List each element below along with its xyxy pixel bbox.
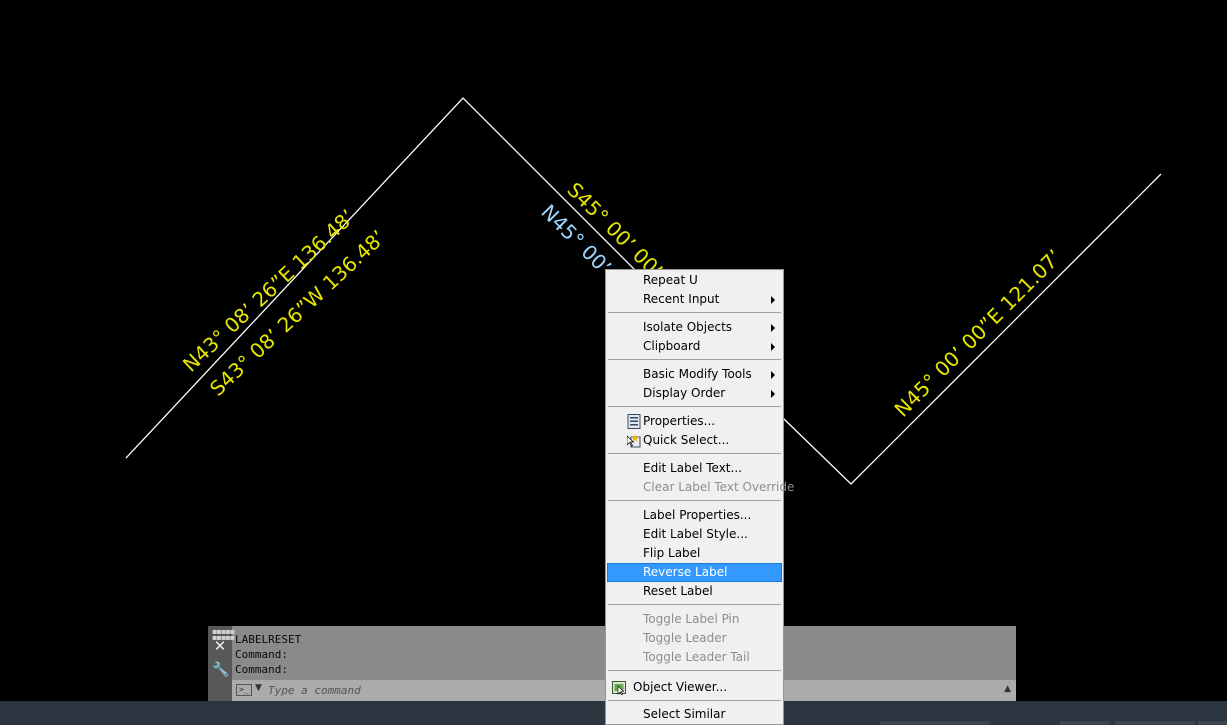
status-bar-segment[interactable] — [880, 721, 990, 725]
menu-item-edit-label-text[interactable]: Edit Label Text... — [607, 459, 782, 478]
menu-item-reverse-label[interactable]: Reverse Label — [607, 563, 782, 582]
command-prompt-icon[interactable]: >_ — [236, 684, 252, 696]
submenu-arrow-icon — [771, 343, 775, 351]
history-line: Command: — [235, 648, 288, 661]
submenu-arrow-icon — [771, 296, 775, 304]
wrench-icon[interactable]: 🔧 — [212, 662, 229, 678]
submenu-arrow-icon — [771, 324, 775, 332]
status-bar-segment[interactable] — [1060, 721, 1110, 725]
menu-separator — [608, 453, 781, 454]
grip-handle-icon[interactable]: ▪▪▪▪▪ ▪▪▪▪▪ — [212, 628, 235, 642]
menu-item-select-similar[interactable]: Select Similar — [607, 705, 782, 724]
properties-icon — [627, 414, 641, 429]
menu-separator — [608, 500, 781, 501]
menu-item-flip-label[interactable]: Flip Label — [607, 544, 782, 563]
menu-item-recent-input[interactable]: Recent Input — [607, 290, 782, 309]
submenu-arrow-icon — [771, 371, 775, 379]
history-line: Command: — [235, 663, 288, 676]
menu-separator — [608, 406, 781, 407]
command-history: LABELRESET Command: Command: — [235, 632, 301, 677]
menu-item-object-viewer[interactable]: Object Viewer... — [607, 678, 782, 697]
menu-item-edit-label-style[interactable]: Edit Label Style... — [607, 525, 782, 544]
chevron-up-icon[interactable]: ▲ — [1004, 684, 1011, 694]
menu-item-quick-select[interactable]: Quick Select... — [607, 431, 782, 450]
menu-item-reset-label[interactable]: Reset Label — [607, 582, 782, 601]
menu-separator — [608, 604, 781, 605]
menu-item-display-order[interactable]: Display Order — [607, 384, 782, 403]
menu-item-clipboard[interactable]: Clipboard — [607, 337, 782, 356]
menu-item-basic-modify-tools[interactable]: Basic Modify Tools — [607, 365, 782, 384]
menu-separator — [608, 312, 781, 313]
menu-separator — [608, 359, 781, 360]
menu-item-toggle-leader: Toggle Leader — [643, 631, 727, 645]
submenu-arrow-icon — [771, 390, 775, 398]
menu-item-clear-label-text-override: Clear Label Text Override — [643, 480, 795, 494]
menu-item-isolate-objects[interactable]: Isolate Objects — [607, 318, 782, 337]
menu-separator — [608, 700, 781, 701]
menu-item-label-properties[interactable]: Label Properties... — [607, 506, 782, 525]
quick-select-icon — [627, 434, 641, 448]
command-line-sidebar: ▪▪▪▪▪ ▪▪▪▪▪ ✕ 🔧 — [208, 626, 235, 701]
menu-item-properties[interactable]: Properties... — [607, 412, 782, 431]
menu-separator — [608, 670, 781, 671]
menu-item-toggle-leader-tail: Toggle Leader Tail — [643, 650, 750, 664]
bearing-label-segment-3[interactable]: N45° 00’ 00”E 121.07’ — [890, 245, 1067, 422]
object-viewer-icon — [612, 681, 626, 695]
status-bar-segment[interactable] — [1198, 721, 1227, 725]
close-icon[interactable]: ✕ — [212, 638, 228, 654]
context-menu: Repeat U Recent Input Isolate Objects Cl… — [605, 269, 795, 725]
chevron-down-icon[interactable]: ▼ — [255, 683, 262, 693]
status-bar-segment[interactable] — [1115, 721, 1195, 725]
menu-item-repeat[interactable]: Repeat U — [607, 271, 782, 290]
history-line: LABELRESET — [235, 633, 302, 646]
menu-item-toggle-label-pin: Toggle Label Pin — [643, 612, 740, 626]
